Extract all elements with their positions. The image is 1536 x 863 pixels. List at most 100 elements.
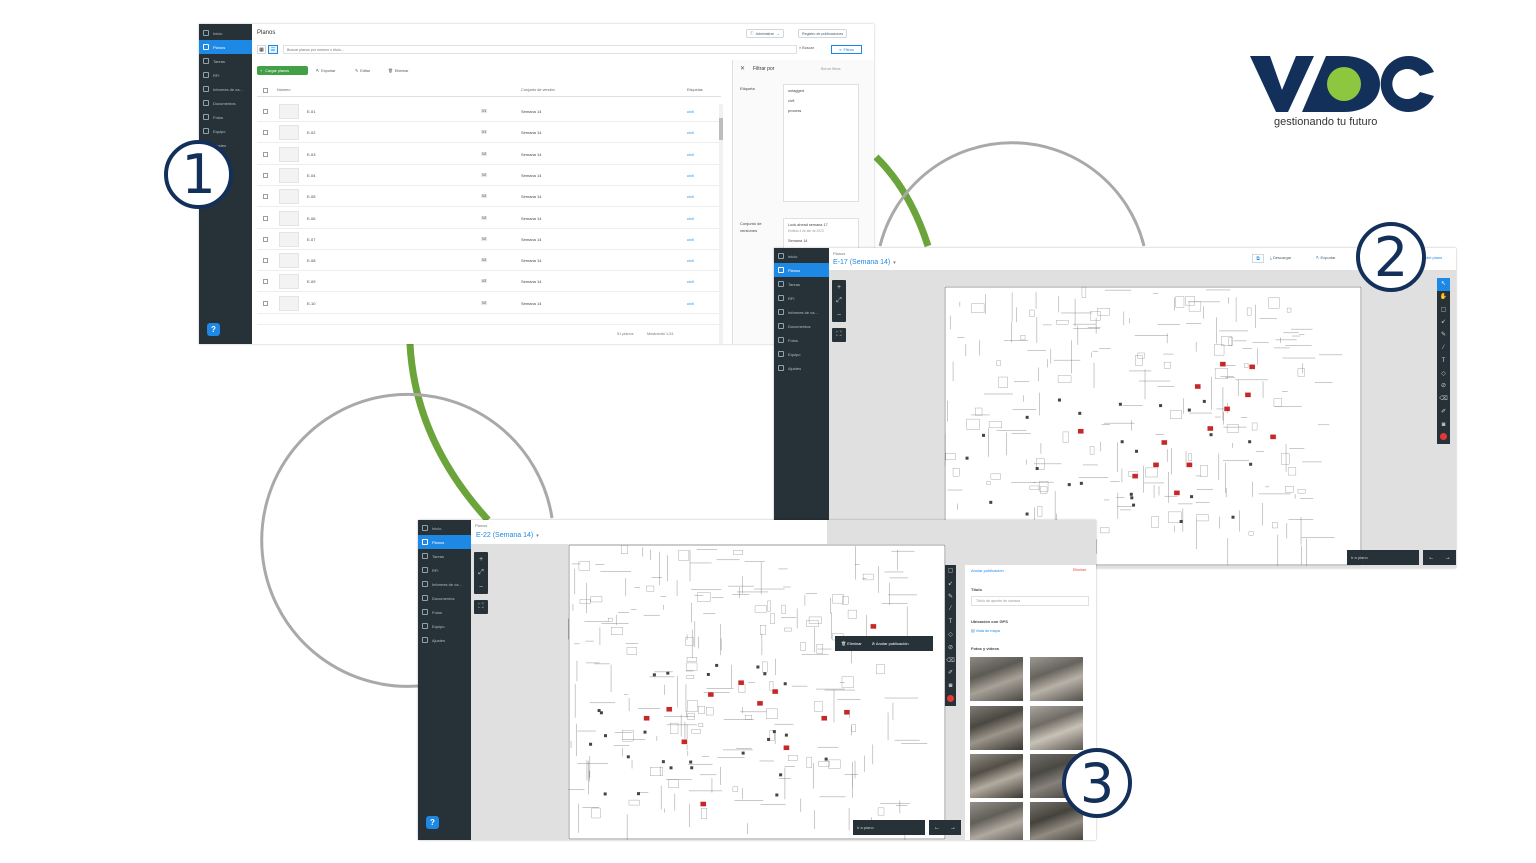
pen-icon[interactable]: ✎ <box>945 591 956 604</box>
table-scrollbar[interactable] <box>719 104 723 344</box>
plan-tag[interactable]: civil <box>687 216 694 221</box>
column-tags[interactable]: Etiquetas <box>687 88 703 92</box>
table-row[interactable]: E-05 V2 Semana 14 civil <box>257 186 721 208</box>
sidebar-item-rfi[interactable]: RFI <box>199 68 252 82</box>
sidebar-item-documentos[interactable]: Documentos <box>199 96 252 110</box>
sidebar-item-equipo[interactable]: Equipo <box>199 124 252 138</box>
sidebar-item-planos[interactable]: Planos <box>199 40 252 54</box>
close-icon[interactable]: ✕ <box>740 65 745 72</box>
unpublish-link[interactable]: Anular publicación <box>971 568 1004 573</box>
help-button[interactable]: ? <box>207 323 220 336</box>
goto-plan-input[interactable]: Ir a plano <box>1347 550 1419 565</box>
edit-icon[interactable]: ✐ <box>1437 406 1450 419</box>
site-photo[interactable] <box>970 657 1023 701</box>
text-icon[interactable]: T <box>1437 355 1450 368</box>
plan-tag[interactable]: civil <box>687 258 694 263</box>
camera-icon[interactable]: ◙ <box>945 680 956 693</box>
sidebar-item-fotos[interactable]: Fotos <box>199 110 252 124</box>
load-plans-button[interactable]: + Cargar planos <box>257 66 308 75</box>
sidebar-item-ajustes[interactable]: Ajustes <box>418 633 471 647</box>
sidebar-item-fotos[interactable]: Fotos <box>774 333 829 347</box>
plan-tag[interactable]: civil <box>687 130 694 135</box>
breadcrumb[interactable]: Planos <box>475 523 487 528</box>
sidebar-item-documentos[interactable]: Documentos <box>774 319 829 333</box>
tags-filter-list[interactable]: untagged civil process <box>783 84 859 202</box>
rectangle-icon[interactable]: ▢ <box>945 565 956 578</box>
sidebar-item-rfi[interactable]: RFI <box>774 291 829 305</box>
sidebar-item-rfi[interactable]: RFI <box>418 563 471 577</box>
color-icon[interactable] <box>1437 432 1450 445</box>
publish-log-button[interactable]: Registro de publicaciones <box>798 29 848 38</box>
set-option-week[interactable]: Semana 14 <box>788 239 807 243</box>
sidebar-item-documentos[interactable]: Documentos <box>418 591 471 605</box>
sheet-title[interactable]: E-17 (Semana 14) ▾ <box>833 259 896 266</box>
sheet-title[interactable]: E-22 (Semana 14) ▾ <box>476 532 539 539</box>
sidebar-item-informes[interactable]: Informes de ca... <box>774 305 829 319</box>
sidebar-item-tareas[interactable]: Tareas <box>418 549 471 563</box>
arrow-right-icon[interactable]: → <box>1445 555 1451 561</box>
row-checkbox[interactable] <box>263 215 268 221</box>
site-photo[interactable] <box>1030 657 1083 701</box>
tag-option-civil[interactable]: civil <box>788 99 794 103</box>
download-button[interactable]: ⤓ Descargar <box>1270 255 1291 260</box>
arrow-right-icon[interactable]: → <box>950 825 956 831</box>
table-row[interactable]: E-09 V2 Semana 14 civil <box>257 271 721 293</box>
row-checkbox[interactable] <box>263 172 268 178</box>
row-checkbox[interactable] <box>263 236 268 242</box>
highlighter-icon[interactable]: ⁄ <box>1437 342 1450 355</box>
site-photo[interactable] <box>970 754 1023 798</box>
plan-tag[interactable]: civil <box>687 279 694 284</box>
sidebar-item-inicio[interactable]: Inicio <box>774 249 829 263</box>
row-checkbox[interactable] <box>263 151 268 157</box>
sidebar-item-tareas[interactable]: Tareas <box>199 54 252 68</box>
row-checkbox[interactable] <box>263 279 268 285</box>
zoom-in-icon[interactable]: + <box>474 552 488 566</box>
set-option-name[interactable]: Look ahead semana 17 <box>788 223 828 227</box>
admin-button[interactable]: ⓘ Administrar ⌄ <box>746 29 784 38</box>
arrow-icon[interactable]: ↙ <box>945 578 956 591</box>
highlighter-icon[interactable]: ⁄ <box>945 603 956 616</box>
edit-button[interactable]: ✎ Editar <box>352 66 373 75</box>
link-icon[interactable]: ⊘ <box>1437 380 1450 393</box>
delete-button[interactable]: 🗑 Eliminar <box>385 66 412 75</box>
plan-tag[interactable]: civil <box>687 301 694 306</box>
goto-plan-input[interactable]: Ir a plano <box>853 820 925 835</box>
plan-tag[interactable]: civil <box>687 109 694 114</box>
row-checkbox[interactable] <box>263 300 268 306</box>
fit-icon[interactable]: ⤢ <box>832 294 846 308</box>
zoom-out-icon[interactable]: − <box>474 580 488 594</box>
tag-option-untagged[interactable]: untagged <box>788 89 804 93</box>
zoom-in-icon[interactable]: + <box>832 280 846 294</box>
camera-icon[interactable]: ◙ <box>1437 419 1450 432</box>
table-row[interactable]: E-04 V2 Semana 14 civil <box>257 165 721 186</box>
row-checkbox[interactable] <box>263 258 268 264</box>
arrow-left-icon[interactable]: ← <box>1428 555 1434 561</box>
plan-tag[interactable]: civil <box>687 237 694 242</box>
table-row[interactable]: E-01 V1 Semana 14 civil <box>257 101 721 122</box>
eraser-icon[interactable]: ⌫ <box>1437 393 1450 406</box>
plan-tag[interactable]: civil <box>687 173 694 178</box>
arrow-icon[interactable]: ↙ <box>1437 316 1450 329</box>
sidebar-item-planos[interactable]: Planos <box>774 263 829 277</box>
table-row[interactable]: E-08 V2 Semana 14 civil <box>257 250 721 272</box>
site-photo[interactable] <box>1030 706 1083 750</box>
map-view-link[interactable]: ▤ Vista de mapa <box>971 628 1000 633</box>
sidebar-item-inicio[interactable]: Inicio <box>199 26 252 40</box>
sidebar-item-fotos[interactable]: Fotos <box>418 605 471 619</box>
sidebar-item-equipo[interactable]: Equipo <box>418 619 471 633</box>
copy-icon[interactable]: ⧉ <box>1252 254 1264 263</box>
plan-tag[interactable]: civil <box>687 194 694 199</box>
table-row[interactable]: E-10 V2 Semana 14 civil <box>257 293 721 314</box>
shape-icon[interactable]: ◇ <box>1437 368 1450 381</box>
column-set[interactable]: Conjunto de versión <box>521 88 555 92</box>
rectangle-icon[interactable]: ▢ <box>1437 304 1450 317</box>
plan-tag[interactable]: civil <box>687 152 694 157</box>
breadcrumb[interactable]: Planos <box>833 251 845 256</box>
export-button[interactable]: ⇱ Exportar <box>1316 255 1336 260</box>
table-row[interactable]: E-02 V1 Semana 14 civil <box>257 122 721 144</box>
sidebar-item-informes[interactable]: Informes de ca... <box>199 82 252 96</box>
delete-markup-button[interactable]: 🗑 Eliminar <box>841 641 862 646</box>
clear-filters-link[interactable]: Borrar filtros <box>821 67 841 71</box>
search-input[interactable]: Buscar planos por número o título... <box>283 45 797 54</box>
table-row[interactable]: E-03 V2 Semana 14 civil <box>257 144 721 165</box>
